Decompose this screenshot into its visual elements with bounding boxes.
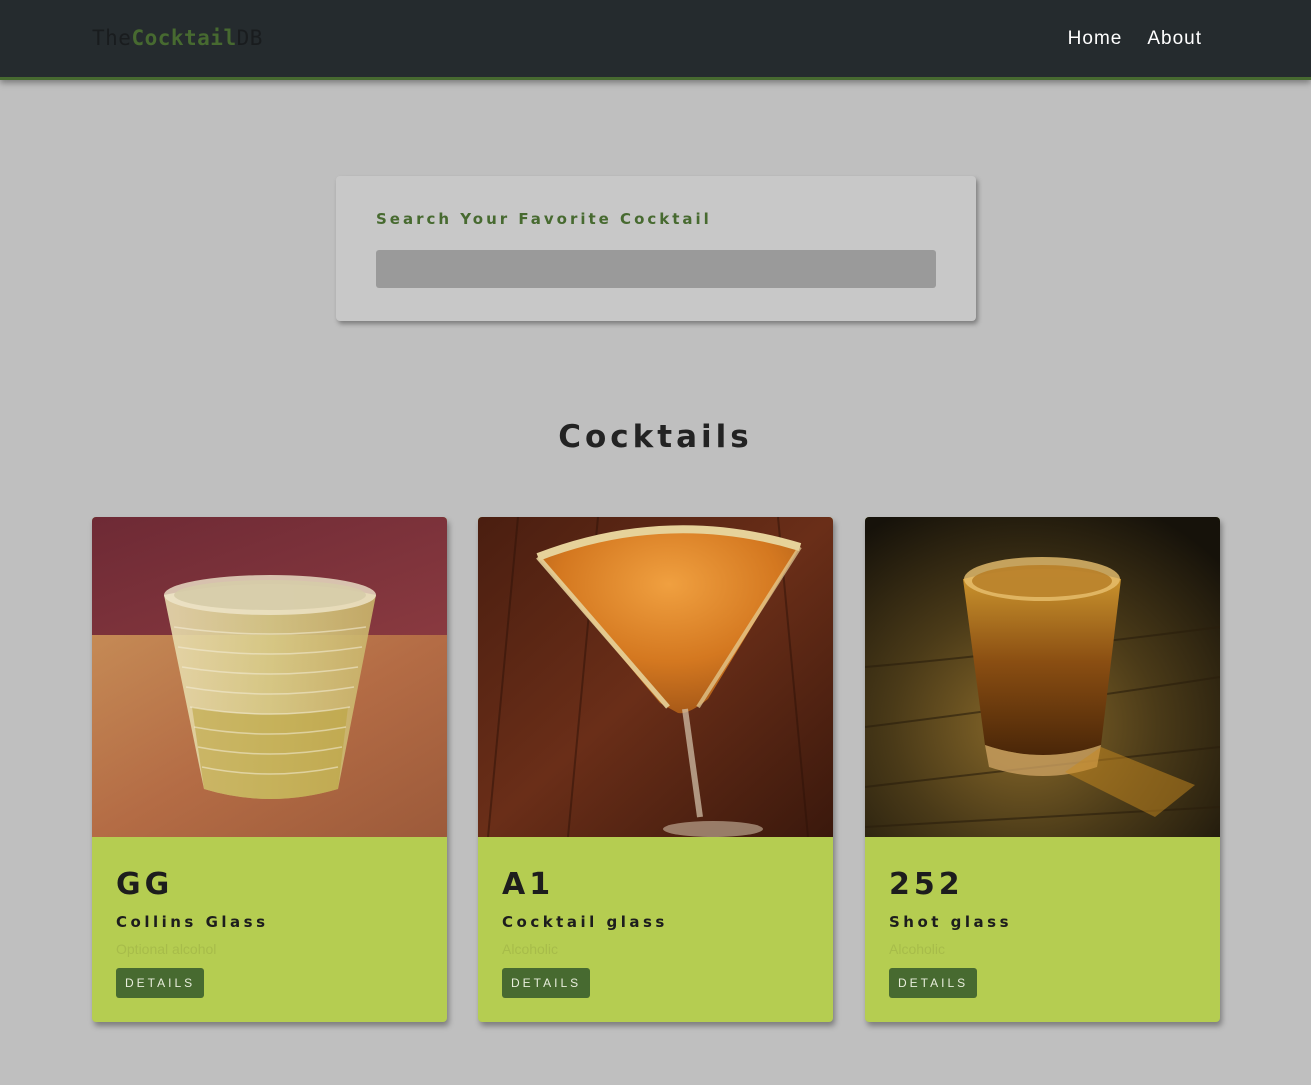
cocktail-photo-a1 (478, 517, 833, 837)
cocktail-image (478, 517, 833, 837)
logo-cocktail: Cocktail (131, 26, 237, 50)
cocktail-alcoholic: Alcoholic (502, 941, 559, 957)
cocktail-image (92, 517, 447, 837)
cocktail-name: A1 (502, 867, 555, 902)
cocktail-name: GG (116, 867, 174, 902)
details-button[interactable]: DETAILS (502, 968, 591, 998)
cocktail-glass: Collins Glass (116, 913, 269, 931)
cocktail-card: A1 Cocktail glass Alcoholic DETAILS (478, 517, 833, 1022)
logo-db: DB (236, 26, 263, 50)
cocktail-name: 252 (889, 867, 964, 902)
search-form: Search Your Favorite Cocktail (336, 176, 976, 321)
cocktail-photo-252 (865, 517, 1220, 837)
logo-the: The (92, 26, 132, 50)
cocktail-card: GG Collins Glass Optional alcohol DETAIL… (92, 517, 447, 1022)
cocktail-alcoholic: Alcoholic (889, 941, 946, 957)
nav-link-about[interactable]: About (1147, 28, 1202, 50)
cocktail-card: 252 Shot glass Alcoholic DETAILS (865, 517, 1220, 1022)
cocktail-alcoholic: Optional alcohol (116, 941, 217, 957)
cocktail-glass: Shot glass (889, 913, 1013, 931)
details-button[interactable]: DETAILS (889, 968, 978, 998)
cocktail-photo-gg (92, 517, 447, 837)
cocktail-glass: Cocktail glass (502, 913, 668, 931)
nav-link-home[interactable]: Home (1068, 28, 1123, 50)
details-button[interactable]: DETAILS (116, 968, 205, 998)
nav-links: Home About (1068, 28, 1202, 50)
search-input[interactable] (376, 250, 936, 288)
navbar: TheCocktailDB Home About (0, 0, 1311, 80)
section-title: Cocktails (558, 419, 753, 455)
cocktail-image (865, 517, 1220, 837)
search-label: Search Your Favorite Cocktail (376, 210, 712, 228)
site-logo[interactable]: TheCocktailDB (92, 26, 263, 50)
